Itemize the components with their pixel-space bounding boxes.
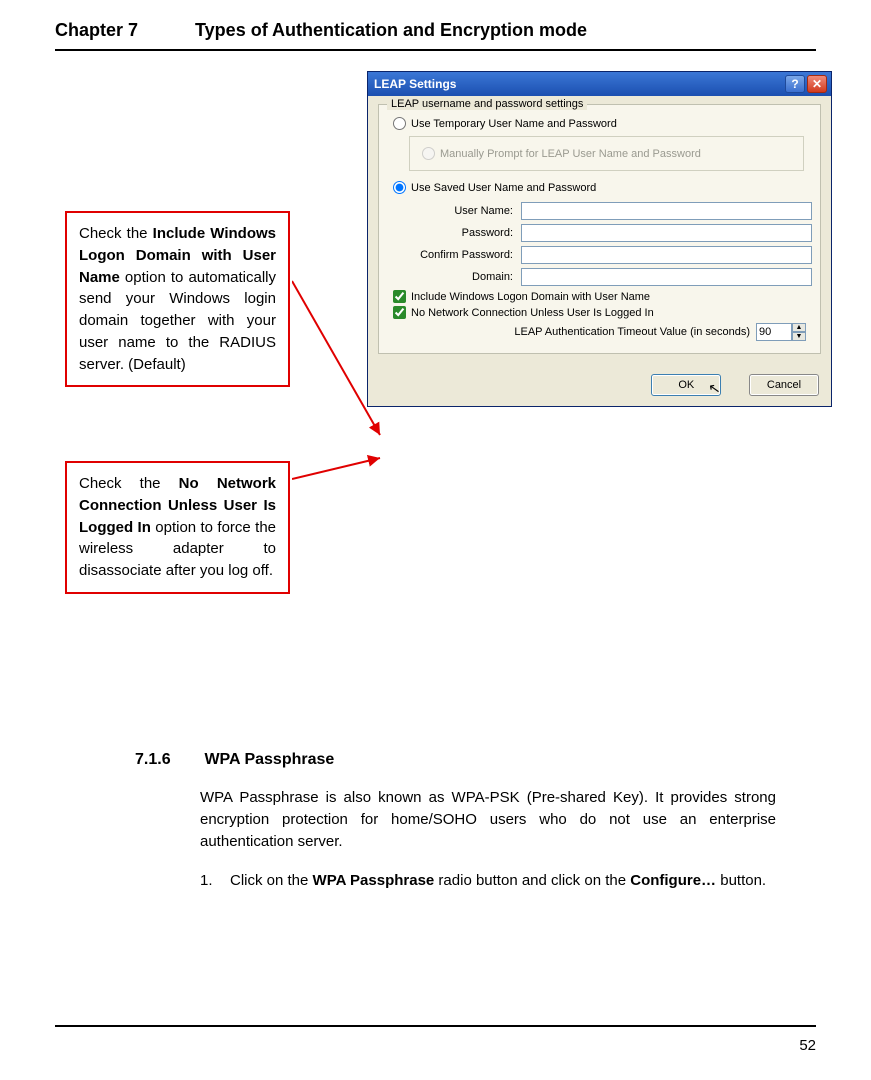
radio-use-temporary-input[interactable]: [393, 117, 406, 130]
include-domain-check-row[interactable]: Include Windows Logon Domain with User N…: [393, 290, 812, 303]
radio-manual-prompt: Manually Prompt for LEAP User Name and P…: [422, 147, 797, 160]
spinner-down-icon[interactable]: ▼: [792, 332, 806, 341]
domain-row: Domain:: [411, 268, 812, 286]
radio-manual-prompt-label: Manually Prompt for LEAP User Name and P…: [440, 148, 701, 160]
leap-settings-dialog: LEAP Settings ? ✕ LEAP username and pass…: [367, 71, 832, 407]
section-wpa-passphrase: 7.1.6 WPA Passphrase WPA Passphrase is a…: [55, 751, 816, 892]
chapter-number: Chapter 7: [55, 20, 190, 41]
no-network-checkbox[interactable]: [393, 306, 406, 319]
no-network-label: No Network Connection Unless User Is Log…: [411, 307, 654, 319]
step-pre: Click on the: [230, 872, 313, 889]
step-bold1: WPA Passphrase: [313, 872, 435, 889]
step-post: button.: [716, 872, 766, 889]
password-label: Password:: [411, 227, 521, 239]
dialog-body: LEAP username and password settings Use …: [368, 96, 831, 366]
leap-credentials-groupbox: LEAP username and password settings Use …: [378, 104, 821, 354]
titlebar[interactable]: LEAP Settings ? ✕: [368, 72, 831, 96]
step-text: Click on the WPA Passphrase radio button…: [230, 870, 776, 892]
radio-use-saved-label: Use Saved User Name and Password: [411, 182, 596, 194]
timeout-input[interactable]: [756, 323, 792, 341]
username-label: User Name:: [411, 205, 521, 217]
section-paragraph: WPA Passphrase is also known as WPA-PSK …: [200, 787, 776, 852]
cancel-button[interactable]: Cancel: [749, 374, 819, 396]
radio-use-saved-input[interactable]: [393, 181, 406, 194]
content-area: Check the Include Windows Logon Domain w…: [55, 71, 816, 931]
groupbox-legend: LEAP username and password settings: [387, 98, 587, 110]
timeout-label: LEAP Authentication Timeout Value (in se…: [514, 326, 750, 338]
section-title: WPA Passphrase: [204, 751, 334, 768]
arrow-to-nonet-checkbox: [292, 455, 392, 485]
callout-text-pre: Check the: [79, 475, 179, 492]
chapter-header: Chapter 7 Types of Authentication and En…: [55, 20, 816, 41]
dialog-button-row: OK ↖ Cancel: [368, 366, 831, 406]
include-domain-label: Include Windows Logon Domain with User N…: [411, 291, 650, 303]
callout-no-network: Check the No Network Connection Unless U…: [65, 461, 290, 594]
spinner-up-icon[interactable]: ▲: [792, 323, 806, 332]
manual-prompt-box: Manually Prompt for LEAP User Name and P…: [409, 136, 804, 171]
radio-use-temporary-label: Use Temporary User Name and Password: [411, 118, 617, 130]
step-bold2: Configure…: [630, 872, 716, 889]
username-input[interactable]: [521, 202, 812, 220]
domain-input[interactable]: [521, 268, 812, 286]
domain-label: Domain:: [411, 271, 521, 283]
credentials-form: User Name: Password: Confirm Password:: [411, 202, 812, 286]
section-number: 7.1.6: [135, 751, 200, 769]
page-number: 52: [55, 1037, 816, 1054]
help-button[interactable]: ?: [785, 75, 805, 93]
header-rule: [55, 49, 816, 51]
radio-manual-prompt-input: [422, 147, 435, 160]
step-1: 1. Click on the WPA Passphrase radio but…: [200, 870, 776, 892]
include-domain-checkbox[interactable]: [393, 290, 406, 303]
close-button[interactable]: ✕: [807, 75, 827, 93]
radio-use-saved[interactable]: Use Saved User Name and Password: [393, 181, 812, 194]
no-network-check-row[interactable]: No Network Connection Unless User Is Log…: [393, 306, 812, 319]
dialog-title: LEAP Settings: [374, 77, 783, 91]
section-heading: 7.1.6 WPA Passphrase: [135, 751, 776, 769]
confirm-label: Confirm Password:: [411, 249, 521, 261]
step-number: 1.: [200, 870, 230, 892]
callout-include-domain: Check the Include Windows Logon Domain w…: [65, 211, 290, 387]
confirm-input[interactable]: [521, 246, 812, 264]
radio-use-temporary[interactable]: Use Temporary User Name and Password: [393, 117, 812, 130]
timeout-row: LEAP Authentication Timeout Value (in se…: [387, 323, 806, 341]
footer-rule: [55, 1025, 816, 1027]
confirm-row: Confirm Password:: [411, 246, 812, 264]
password-input[interactable]: [521, 224, 812, 242]
username-row: User Name:: [411, 202, 812, 220]
password-row: Password:: [411, 224, 812, 242]
callout-text-pre: Check the: [79, 225, 153, 242]
chapter-title: Types of Authentication and Encryption m…: [195, 20, 587, 40]
footer: 52: [55, 1025, 816, 1054]
step-mid: radio button and click on the: [434, 872, 630, 889]
timeout-spinner[interactable]: ▲ ▼: [756, 323, 806, 341]
